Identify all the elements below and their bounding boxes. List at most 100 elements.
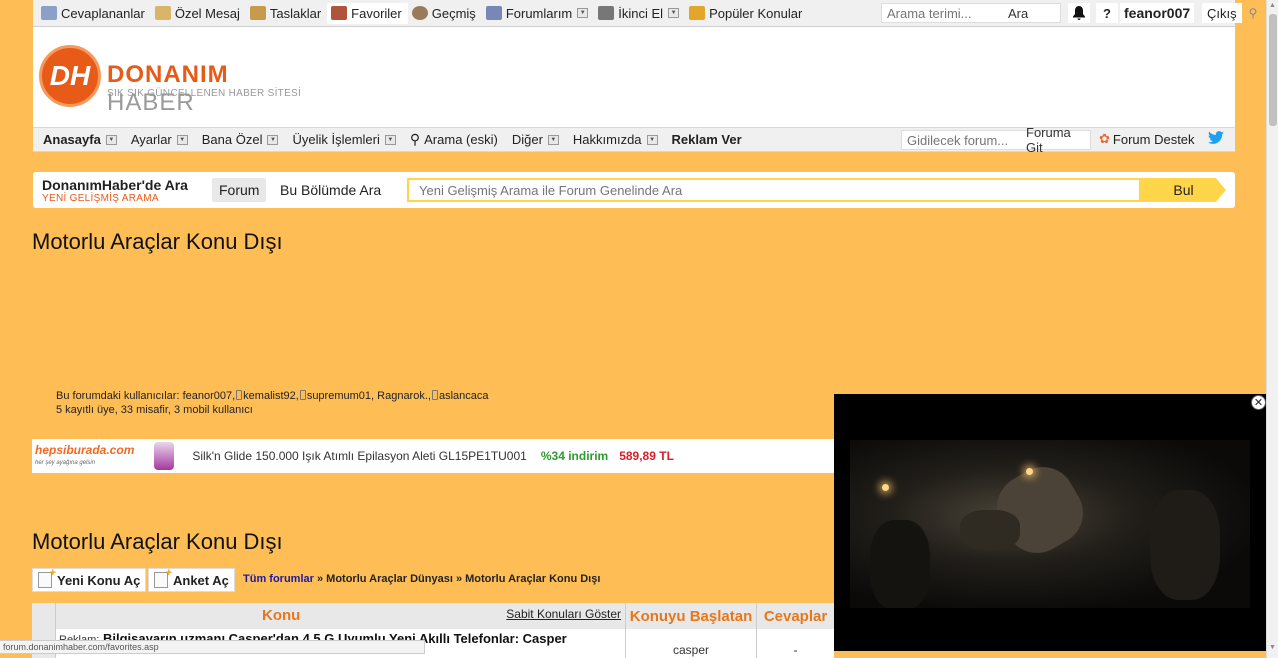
mobile-icon bbox=[236, 390, 243, 400]
nav-for-me[interactable]: Bana Özel ▼ bbox=[202, 132, 279, 147]
chevron-down-icon[interactable]: ▼ bbox=[267, 134, 279, 145]
support-icon: ✿ bbox=[1099, 131, 1110, 146]
search-input[interactable] bbox=[882, 4, 1000, 22]
nav-search-old[interactable]: ⚲ Arama (eski) bbox=[410, 131, 498, 148]
floating-video-player[interactable] bbox=[834, 394, 1266, 651]
username-link[interactable]: feanor007 bbox=[1120, 3, 1195, 23]
help-button[interactable]: ? bbox=[1096, 3, 1118, 23]
chevron-down-icon[interactable]: ▼ bbox=[668, 8, 680, 18]
new-poll-button[interactable]: Anket Aç bbox=[148, 567, 235, 592]
toolbar-favorites[interactable]: Favoriler bbox=[327, 2, 408, 24]
search-icon: ⚲ bbox=[409, 131, 421, 147]
forum-search-input[interactable] bbox=[409, 182, 1139, 198]
new-poll-icon bbox=[154, 567, 172, 588]
forum-title: Motorlu Araçlar Konu Dışı bbox=[32, 529, 283, 554]
forum-search-field bbox=[407, 178, 1141, 202]
toolbar-history[interactable]: Geçmiş bbox=[408, 3, 482, 24]
toolbar-popular[interactable]: Popüler Konular bbox=[685, 3, 808, 24]
search-bar-subtitle[interactable]: YENİ GELİŞMİŞ ARAMA bbox=[42, 193, 159, 204]
top-search: Ara bbox=[881, 3, 1061, 23]
replies-icon bbox=[41, 6, 57, 20]
breadcrumb-all-forums[interactable]: Tüm forumlar bbox=[243, 573, 314, 585]
online-users-label: Bu forumdaki kullanıcılar: bbox=[56, 390, 180, 402]
scroll-up-arrow-icon[interactable]: ▲ bbox=[1269, 2, 1276, 9]
product-ad[interactable]: hepsiburada.com her şey ayağına gelsin Si… bbox=[32, 439, 834, 473]
logout-button[interactable]: Çıkış bbox=[1202, 3, 1242, 23]
page-scrollbar[interactable]: ▲ ▼ bbox=[1266, 0, 1278, 658]
pin-icon[interactable]: ⚲ bbox=[1245, 3, 1261, 23]
close-video-button[interactable]: ✕ bbox=[1251, 395, 1266, 410]
column-starter[interactable]: Konuyu Başlatan bbox=[626, 603, 757, 629]
find-button[interactable]: Bul bbox=[1141, 178, 1226, 202]
chevron-down-icon[interactable]: ▼ bbox=[646, 134, 658, 145]
browser-status-url: forum.donanimhaber.com/favorites.asp bbox=[0, 640, 425, 654]
product-image bbox=[154, 442, 175, 470]
ad-brand-logo: hepsiburada.com her şey ayağına gelsin bbox=[35, 442, 135, 466]
forum-support-link[interactable]: ✿ Forum Destek bbox=[1099, 131, 1195, 147]
scroll-down-arrow-icon[interactable]: ▼ bbox=[1269, 644, 1276, 651]
chevron-down-icon[interactable]: ▼ bbox=[577, 8, 589, 18]
breadcrumb-level1[interactable]: Motorlu Araçlar Dünyası bbox=[326, 573, 453, 585]
site-header: DH DONANIM HABER SIK SIK GÜNCELLENEN HAB… bbox=[33, 27, 1235, 127]
search-bar-title: DonanımHaber'de Ara bbox=[42, 177, 188, 193]
cart-icon bbox=[598, 6, 615, 20]
ad-product-name: Silk'n Glide 150.000 Işık Atımlı Epilasy… bbox=[192, 449, 527, 463]
online-user[interactable]: aslancaca bbox=[439, 390, 489, 402]
nav-about[interactable]: Hakkımızda ▼ bbox=[573, 132, 658, 147]
chevron-down-icon[interactable]: ▼ bbox=[176, 134, 188, 145]
forum-goto-input[interactable] bbox=[902, 132, 1020, 148]
main-nav: Anasayfa ▼ Ayarlar ▼ Bana Özel ▼ Üyelik İşl… bbox=[33, 125, 1235, 155]
chevron-down-icon[interactable]: ▼ bbox=[384, 134, 396, 145]
top-toolbar: Cevaplananlar Özel Mesaj Taslaklar Favor… bbox=[33, 0, 1257, 27]
nav-advertise[interactable]: Reklam Ver bbox=[672, 132, 742, 147]
mobile-icon bbox=[299, 390, 306, 400]
column-topic[interactable]: Konu bbox=[262, 607, 300, 624]
logo-mark: DH bbox=[39, 45, 101, 107]
drafts-icon bbox=[249, 6, 266, 20]
ad-price: 589,89 TL bbox=[619, 449, 674, 463]
advanced-search-bar: DonanımHaber'de Ara YENİ GELİŞMİŞ ARAMA … bbox=[33, 172, 1235, 208]
online-user[interactable]: kemalist92 bbox=[243, 390, 296, 402]
toolbar-my-forums[interactable]: Forumlarım ▼ bbox=[482, 3, 594, 24]
forum-goto: Foruma Git bbox=[901, 125, 1091, 155]
search-scope-section[interactable]: Bu Bölümde Ara bbox=[280, 178, 381, 202]
forum-online-users: Bu forumdaki kullanıcılar: feanor007, kem… bbox=[56, 390, 489, 416]
nav-settings[interactable]: Ayarlar ▼ bbox=[131, 132, 188, 147]
history-icon bbox=[411, 6, 428, 20]
online-users-summary: 5 kayıtlı üye, 33 misafir, 3 mobil kulla… bbox=[56, 404, 253, 416]
chevron-down-icon[interactable]: ▼ bbox=[547, 134, 559, 145]
nav-membership[interactable]: Üyelik İşlemleri ▼ bbox=[292, 132, 396, 147]
twitter-icon[interactable] bbox=[1208, 131, 1224, 149]
envelope-icon bbox=[154, 6, 171, 20]
breadcrumb-level2[interactable]: Motorlu Araçlar Konu Dışı bbox=[465, 573, 600, 585]
logo-tagline: SIK SIK GÜNCELLENEN HABER SİTESİ bbox=[107, 88, 302, 99]
forum-goto-button[interactable]: Foruma Git bbox=[1026, 125, 1090, 155]
search-scope-forum[interactable]: Forum bbox=[212, 178, 267, 202]
ad-discount: %34 indirim bbox=[540, 449, 609, 463]
nav-other[interactable]: Diğer ▼ bbox=[512, 132, 559, 147]
bell-icon[interactable] bbox=[1068, 3, 1090, 23]
chevron-down-icon[interactable]: ▼ bbox=[105, 134, 117, 145]
toolbar-private-message[interactable]: Özel Mesaj bbox=[151, 3, 246, 24]
mobile-icon bbox=[431, 390, 438, 400]
online-user[interactable]: supremum01 bbox=[307, 390, 371, 402]
nav-home[interactable]: Anasayfa ▼ bbox=[43, 132, 117, 147]
new-document-icon bbox=[38, 567, 56, 588]
show-sticky-link[interactable]: Sabit Konuları Göster bbox=[506, 607, 621, 621]
page-title: Motorlu Araçlar Konu Dışı bbox=[32, 229, 283, 254]
toolbar-replies[interactable]: Cevaplananlar bbox=[37, 3, 151, 24]
online-user[interactable]: feanor007 bbox=[183, 390, 233, 402]
video-frame[interactable] bbox=[850, 440, 1250, 608]
toolbar-second-hand[interactable]: İkinci El ▼ bbox=[594, 3, 685, 24]
new-topic-button[interactable]: Yeni Konu Aç bbox=[32, 567, 147, 592]
topic-table-header: Konu Sabit Konuları Göster Konuyu Başlat… bbox=[32, 603, 834, 629]
site-logo[interactable]: DH DONANIM HABER SIK SIK GÜNCELLENEN HAB… bbox=[39, 45, 301, 116]
heart-icon bbox=[331, 6, 348, 20]
online-user[interactable]: Ragnarok. bbox=[377, 390, 428, 402]
topic-starter[interactable]: casper bbox=[626, 629, 757, 658]
toolbar-drafts[interactable]: Taslaklar bbox=[246, 3, 327, 24]
column-replies[interactable]: Cevaplar bbox=[757, 603, 834, 629]
search-button[interactable]: Ara bbox=[1008, 6, 1028, 21]
topic-replies: - bbox=[793, 643, 798, 657]
scrollbar-thumb[interactable] bbox=[1269, 14, 1277, 126]
